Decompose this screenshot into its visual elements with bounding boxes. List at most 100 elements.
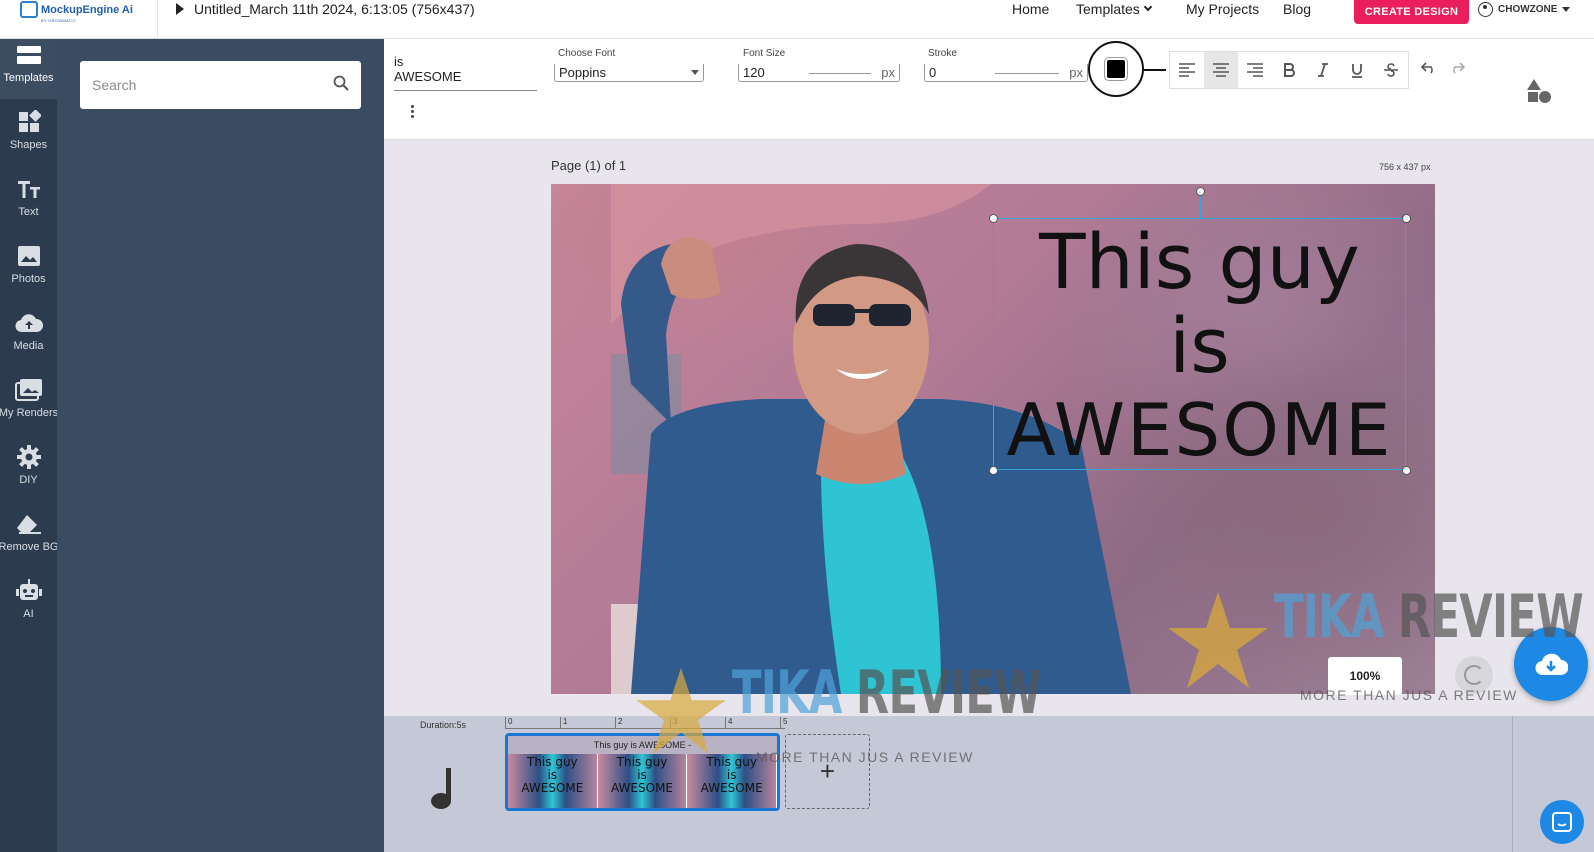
rail-label: Shapes bbox=[9, 139, 48, 151]
clip-thumbnail: This guy is AWESOME bbox=[597, 754, 688, 808]
nav-home[interactable]: Home bbox=[1012, 1, 1049, 17]
timeline-ruler[interactable]: 0 1 2 3 4 5 bbox=[505, 717, 787, 729]
search-box bbox=[80, 61, 361, 109]
photos-icon bbox=[17, 240, 41, 272]
bold-button[interactable] bbox=[1272, 52, 1306, 88]
canvas-text-line: AWESOME bbox=[1006, 388, 1393, 472]
more-options-icon[interactable] bbox=[411, 105, 414, 118]
left-rail: Templates Shapes Text Photos Media My Re… bbox=[0, 39, 59, 852]
text-color-picker[interactable] bbox=[1088, 41, 1144, 97]
ruler-tick: 5 bbox=[780, 717, 787, 729]
rail-item-shapes[interactable]: Shapes bbox=[0, 106, 57, 166]
thumb-text: This guy is AWESOME bbox=[521, 755, 584, 795]
user-menu[interactable]: CHOWZONE bbox=[1478, 2, 1571, 17]
stroke-slider[interactable] bbox=[995, 73, 1059, 74]
italic-button[interactable] bbox=[1306, 52, 1340, 88]
cloud-upload-icon bbox=[14, 307, 44, 339]
align-center-button[interactable] bbox=[1204, 52, 1238, 88]
text-toolbar: is AWESOME Choose Font Poppins Font Size… bbox=[384, 39, 1594, 140]
cloud-download-icon bbox=[1535, 653, 1568, 676]
zoom-level[interactable]: 100% bbox=[1328, 657, 1402, 695]
rail-label: My Renders bbox=[0, 407, 59, 419]
align-center-icon bbox=[1213, 63, 1229, 77]
canvas-text-element[interactable]: This guy is AWESOME bbox=[993, 217, 1406, 473]
rail-item-media[interactable]: Media bbox=[0, 307, 57, 367]
search-icon[interactable] bbox=[333, 75, 349, 96]
stroke-input[interactable]: 0 px bbox=[924, 64, 1088, 82]
align-left-button[interactable] bbox=[1170, 52, 1204, 88]
font-size-value: 120 bbox=[743, 65, 765, 80]
renders-icon bbox=[14, 374, 43, 406]
user-icon bbox=[1478, 2, 1493, 17]
text-content-field[interactable]: is AWESOME bbox=[394, 54, 537, 91]
gear-icon bbox=[16, 441, 42, 473]
music-note-icon[interactable] bbox=[430, 766, 460, 815]
thumb-text: This guy is AWESOME bbox=[611, 755, 673, 795]
rotate-handle[interactable] bbox=[1196, 187, 1205, 196]
nav-templates-label: Templates bbox=[1076, 1, 1140, 17]
font-size-input[interactable]: 120 px bbox=[738, 64, 900, 82]
underline-button[interactable] bbox=[1340, 52, 1374, 88]
nav-my-projects[interactable]: My Projects bbox=[1186, 1, 1259, 17]
strikethrough-icon bbox=[1384, 63, 1398, 77]
underline-icon bbox=[1352, 63, 1362, 78]
nav-templates[interactable]: Templates bbox=[1076, 1, 1153, 17]
add-clip-button[interactable]: + bbox=[785, 734, 870, 809]
italic-icon bbox=[1318, 63, 1328, 77]
app-logo[interactable]: MockupEngine Ai BY GROWMATIC bbox=[20, 0, 133, 23]
logo-subtext: BY GROWMATIC bbox=[41, 18, 77, 23]
font-select[interactable]: Poppins bbox=[554, 64, 704, 82]
stroke-unit: px bbox=[1069, 65, 1083, 80]
eraser-icon bbox=[15, 508, 43, 540]
download-button[interactable] bbox=[1514, 627, 1588, 701]
ruler-tick: 3 bbox=[670, 717, 677, 729]
search-input[interactable] bbox=[92, 77, 333, 93]
font-label: Choose Font bbox=[558, 48, 616, 59]
font-size-unit: px bbox=[881, 65, 895, 80]
align-right-icon bbox=[1247, 63, 1263, 77]
rail-item-text[interactable]: Text bbox=[0, 173, 57, 233]
thumb-text: This guy is AWESOME bbox=[700, 755, 763, 795]
shapes-icon bbox=[17, 106, 41, 138]
design-canvas[interactable]: This guy is AWESOME bbox=[551, 184, 1435, 694]
templates-icon bbox=[16, 39, 42, 71]
robot-icon bbox=[15, 575, 43, 607]
strikethrough-button[interactable] bbox=[1374, 52, 1408, 88]
logo-icon bbox=[20, 1, 38, 18]
undo-icon[interactable] bbox=[1420, 61, 1437, 79]
rail-label: Media bbox=[13, 340, 44, 352]
rail-item-templates[interactable]: Templates bbox=[0, 39, 57, 99]
nav-blog[interactable]: Blog bbox=[1283, 1, 1311, 17]
clip-thumbnail: This guy is AWESOME bbox=[687, 754, 777, 808]
top-divider bbox=[157, 0, 158, 39]
color-swatch bbox=[1105, 58, 1127, 80]
text-icon bbox=[16, 173, 42, 205]
rail-item-diy[interactable]: DIY bbox=[0, 441, 57, 501]
create-design-button[interactable]: CREATE DESIGN bbox=[1354, 0, 1469, 24]
timeline-divider bbox=[1512, 716, 1513, 852]
loading-spinner-icon bbox=[1455, 656, 1493, 694]
font-size-slider[interactable] bbox=[809, 73, 871, 74]
rail-label: Remove BG bbox=[0, 541, 59, 553]
chat-button[interactable] bbox=[1540, 800, 1584, 844]
canvas-text-line: This guy bbox=[1039, 217, 1360, 306]
rail-label: AI bbox=[23, 608, 34, 620]
clip-title: This guy is AWESOME - bbox=[593, 740, 692, 750]
document-title[interactable]: Untitled_March 11th 2024, 6:13:05 (756x4… bbox=[176, 1, 475, 17]
ruler-tick: 0 bbox=[505, 717, 512, 729]
timeline-clip[interactable]: This guy is AWESOME - This guy is AWESOM… bbox=[505, 733, 780, 811]
stroke-label: Stroke bbox=[928, 48, 957, 59]
align-right-button[interactable] bbox=[1238, 52, 1272, 88]
rail-item-my-renders[interactable]: My Renders bbox=[0, 374, 59, 434]
rail-item-remove-bg[interactable]: Remove BG bbox=[0, 508, 59, 568]
caret-down-icon bbox=[1562, 7, 1571, 12]
shapes-layer-icon[interactable] bbox=[1526, 78, 1552, 109]
chevron-right-icon bbox=[176, 3, 184, 15]
stroke-style-icon[interactable] bbox=[1144, 69, 1166, 71]
rail-item-photos[interactable]: Photos bbox=[0, 240, 57, 300]
rail-item-ai[interactable]: AI bbox=[0, 575, 57, 635]
rail-label: Photos bbox=[11, 273, 46, 285]
user-name: CHOWZONE bbox=[1498, 4, 1558, 15]
redo-icon[interactable] bbox=[1449, 61, 1466, 79]
page-indicator: Page (1) of 1 bbox=[551, 158, 627, 173]
